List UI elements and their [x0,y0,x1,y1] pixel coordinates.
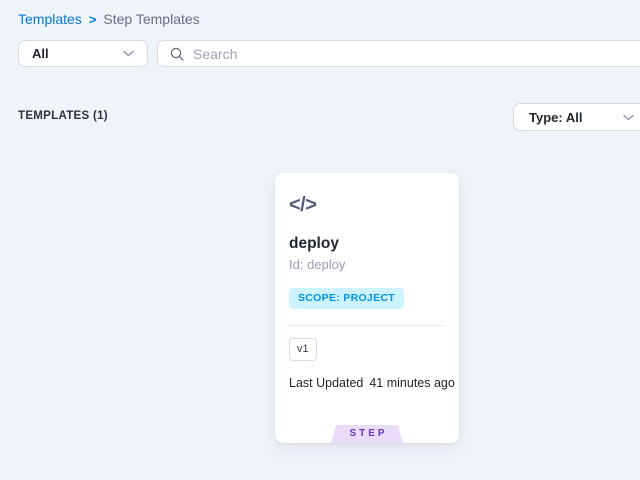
chevron-down-icon [123,50,134,57]
search-box[interactable] [157,40,640,67]
search-icon [170,47,184,61]
template-type-badge: STEP [331,425,403,443]
card-divider [289,325,445,326]
template-card-deploy[interactable]: </> deploy Id: deploy SCOPE: PROJECT v1 … [275,173,459,443]
breadcrumb-link-templates[interactable]: Templates [18,11,82,27]
type-filter-value: Type: All [529,110,582,125]
code-icon: </> [289,195,316,215]
last-updated-row: Last Updated 41 minutes ago [289,376,455,391]
breadcrumb: Templates > Step Templates [18,11,200,27]
search-input[interactable] [193,46,573,62]
template-title: deploy [289,236,339,252]
templates-count-heading: TEMPLATES (1) [18,110,108,122]
scope-filter-value: All [32,46,49,61]
last-updated-label: Last Updated [289,376,363,391]
version-chip: v1 [289,338,317,361]
chevron-down-icon [623,114,634,121]
type-filter-dropdown[interactable]: Type: All [513,103,640,131]
breadcrumb-separator-icon: > [89,12,97,27]
scope-badge: SCOPE: PROJECT [289,288,404,309]
scope-filter-dropdown[interactable]: All [18,40,148,67]
template-id: Id: deploy [289,258,345,271]
last-updated-value: 41 minutes ago [369,376,454,391]
breadcrumb-current-page: Step Templates [103,11,199,27]
